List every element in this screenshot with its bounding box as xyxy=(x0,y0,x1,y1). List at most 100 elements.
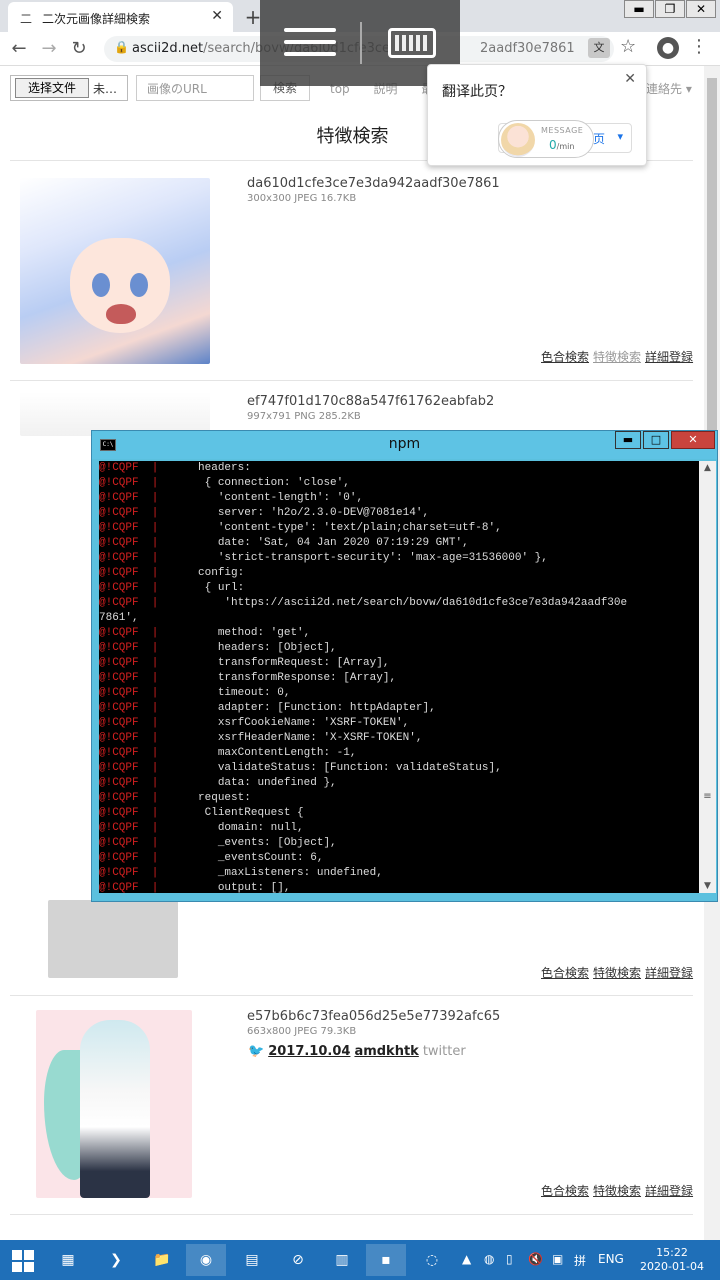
feature-search-link[interactable]: 特徴検索 xyxy=(593,1184,641,1198)
translate-close-icon[interactable]: ✕ xyxy=(624,71,636,87)
detail-register-link[interactable]: 詳細登録 xyxy=(645,966,693,980)
color-search-link[interactable]: 色合検索 xyxy=(541,350,589,364)
image-url-input[interactable]: 画像のURL xyxy=(136,75,254,101)
tray-device-icon[interactable]: ▯ xyxy=(506,1252,513,1266)
console-line-text: { url: xyxy=(158,582,245,594)
file-explorer-icon[interactable]: 📁 xyxy=(142,1244,182,1276)
console-output[interactable]: @!CQPF | headers: @!CQPF | { connection: … xyxy=(99,461,699,893)
console-line-prefix: @!CQPF | xyxy=(99,852,159,864)
thumbnail-face xyxy=(70,238,170,333)
lock-icon: 🔒 xyxy=(114,40,129,54)
translate-icon[interactable]: 文 xyxy=(588,38,610,58)
nav-link-contact[interactable]: 連絡先 ▾ xyxy=(646,80,692,97)
console-line-prefix: @!CQPF | xyxy=(99,492,159,504)
feature-search-link[interactable]: 特徴検索 xyxy=(593,966,641,980)
browser-menu-icon[interactable]: ⋮ xyxy=(690,36,708,57)
console-line-text: _events: [Object], xyxy=(158,837,337,849)
console-line-prefix: @!CQPF | xyxy=(99,717,159,729)
message-label: MESSAGE xyxy=(541,126,584,135)
window-minimize-button[interactable]: ▬ xyxy=(624,0,654,18)
result-thumbnail[interactable] xyxy=(48,900,178,978)
console-scrollbar[interactable]: ▲ ≡ ▼ xyxy=(699,461,716,893)
network-app-icon[interactable]: ◌ xyxy=(412,1244,452,1276)
console-line: @!CQPF | { url: xyxy=(99,581,244,596)
console-line: @!CQPF | validateStatus: [Function: vali… xyxy=(99,761,502,776)
window-close-button[interactable]: ✕ xyxy=(686,0,716,18)
detail-register-link[interactable]: 詳細登録 xyxy=(645,350,693,364)
choose-file-button[interactable]: 选择文件 xyxy=(15,78,89,98)
window-maximize-button[interactable]: ❐ xyxy=(655,0,685,18)
console-line: @!CQPF | request: xyxy=(99,791,251,806)
ime-icon[interactable]: 拼 xyxy=(574,1252,586,1269)
console-line-text: data: undefined }, xyxy=(158,777,337,789)
tray-expand-icon[interactable]: ▲ xyxy=(462,1252,471,1266)
console-line-text: domain: null, xyxy=(158,822,304,834)
result-thumbnail[interactable] xyxy=(36,1010,192,1198)
twitter-date-link[interactable]: 2017.10.04 xyxy=(268,1044,350,1059)
console-line: @!CQPF | 'strict-transport-security': 'm… xyxy=(99,551,548,566)
taskbar: ▦ ❯ 📁 ◉ ▤ ⊘ ▥ ▪ ◌ ▲ ◍ ▯ 🔇 ▣ 拼 ENG 15:22 … xyxy=(0,1240,720,1280)
message-rate-widget[interactable]: MESSAGE 0/min xyxy=(498,120,594,158)
console-line-text: config: xyxy=(158,567,245,579)
detail-register-link[interactable]: 詳細登録 xyxy=(645,1184,693,1198)
console-line: @!CQPF | transformResponse: [Array], xyxy=(99,671,396,686)
console-maximize-button[interactable]: □ xyxy=(643,431,669,449)
console-line: @!CQPF | timeout: 0, xyxy=(99,686,290,701)
console-close-button[interactable]: ✕ xyxy=(671,431,715,449)
tab-close-icon[interactable]: ✕ xyxy=(211,8,223,24)
console-line-prefix: @!CQPF | xyxy=(99,672,159,684)
console-line: @!CQPF | ClientRequest { xyxy=(99,806,304,821)
console-titlebar[interactable]: C:\ npm ▬ □ ✕ xyxy=(92,431,717,459)
page-scrollbar-thumb[interactable] xyxy=(707,78,717,452)
feature-search-link[interactable]: 特徴検索 xyxy=(593,350,641,364)
console-line: @!CQPF | domain: null, xyxy=(99,821,304,836)
twitter-site-label: twitter xyxy=(422,1044,466,1059)
volume-mute-icon[interactable]: 🔇 xyxy=(528,1252,543,1266)
console-line: 7861', xyxy=(99,611,139,626)
windows-start-icon[interactable] xyxy=(12,1250,34,1272)
color-search-link[interactable]: 色合検索 xyxy=(541,966,589,980)
app-icon[interactable]: ⊘ xyxy=(278,1244,318,1276)
result-thumbnail[interactable] xyxy=(20,178,210,364)
scroll-grip-icon[interactable]: ≡ xyxy=(702,791,713,802)
console-line-prefix: @!CQPF | xyxy=(99,837,159,849)
remote-desktop-icon[interactable]: ▤ xyxy=(232,1244,272,1276)
back-arrow-icon[interactable]: ← xyxy=(8,38,30,60)
console-line-prefix: @!CQPF | xyxy=(99,537,159,549)
console-line: @!CQPF | date: 'Sat, 04 Jan 2020 07:19:2… xyxy=(99,536,469,551)
powershell-icon[interactable]: ❯ xyxy=(96,1244,136,1276)
tray-app-icon[interactable]: ◍ xyxy=(484,1252,494,1266)
color-search-link[interactable]: 色合検索 xyxy=(541,1184,589,1198)
result-hash: ef747f01d170c88a547f61762eabfab2 xyxy=(247,394,495,409)
clock[interactable]: 15:22 2020-01-04 xyxy=(638,1246,706,1274)
chrome-icon[interactable]: ◉ xyxy=(186,1244,226,1276)
console-minimize-button[interactable]: ▬ xyxy=(615,431,641,449)
console-line: @!CQPF | adapter: [Function: httpAdapter… xyxy=(99,701,436,716)
forward-arrow-icon[interactable]: → xyxy=(38,38,60,60)
twitter-user-link[interactable]: amdkhtk xyxy=(354,1044,418,1059)
profile-avatar-icon[interactable]: ● xyxy=(657,37,679,59)
hamburger-menu-icon[interactable] xyxy=(284,28,336,64)
notepad-icon[interactable]: ▥ xyxy=(322,1244,362,1276)
bookmark-star-icon[interactable]: ☆ xyxy=(620,36,636,57)
console-line-prefix: @!CQPF | xyxy=(99,642,159,654)
scroll-up-icon[interactable]: ▲ xyxy=(699,463,716,473)
console-line: @!CQPF | data: undefined }, xyxy=(99,776,337,791)
console-line-prefix: @!CQPF | xyxy=(99,582,159,594)
network-icon[interactable]: ▣ xyxy=(552,1252,563,1266)
cmd-taskbar-icon[interactable]: ▪ xyxy=(366,1244,406,1276)
keyboard-icon[interactable] xyxy=(388,28,436,58)
console-line-prefix: @!CQPF | xyxy=(99,522,159,534)
server-manager-icon[interactable]: ▦ xyxy=(48,1244,88,1276)
result-meta: 997x791 PNG 285.2KB xyxy=(247,411,361,422)
browser-tab[interactable]: 二 二次元画像詳細検索 ✕ xyxy=(8,2,233,32)
console-line-prefix: @!CQPF | xyxy=(99,777,159,789)
reload-icon[interactable]: ↻ xyxy=(68,38,90,60)
language-indicator[interactable]: ENG xyxy=(598,1252,624,1266)
console-line-prefix: @!CQPF | xyxy=(99,732,159,744)
file-chooser[interactable]: 选择文件 未… xyxy=(10,75,128,101)
scroll-down-icon[interactable]: ▼ xyxy=(699,881,716,891)
console-line: @!CQPF | xsrfHeaderName: 'X-XSRF-TOKEN', xyxy=(99,731,422,746)
console-line-text: request: xyxy=(158,792,251,804)
thumbnail-figure xyxy=(80,1020,150,1198)
